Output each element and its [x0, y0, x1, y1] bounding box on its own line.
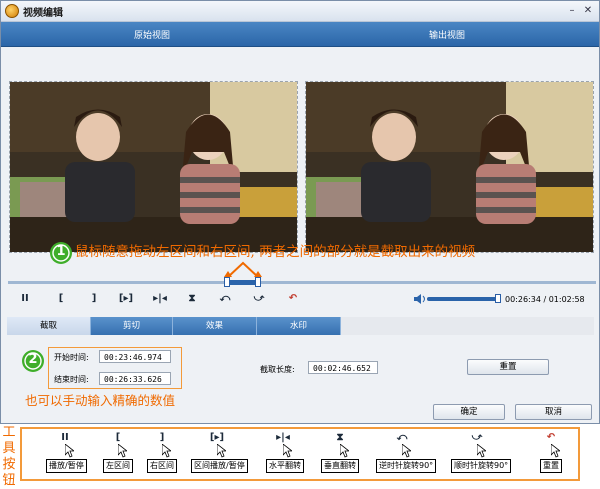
legend-flip-horizontal-label: 水平翻转 — [266, 459, 304, 473]
tab-effects-label: 效果 — [205, 321, 223, 331]
rotate-ccw-button[interactable]: ⤺ — [218, 292, 232, 306]
annotation-drag-range: 鼠标随意拖动左区间和右区间, 两者之间的部分就是截取出来的视频 — [75, 244, 476, 260]
toolbar-legend-heading: 工具按钮 — [2, 425, 16, 488]
rotate-cw-button[interactable]: ⤻ — [252, 292, 266, 306]
view-header-bar: 原始视图 输出视图 — [1, 22, 599, 47]
legend-right-range-label: 右区间 — [147, 459, 177, 473]
step-2-badge: 2 — [21, 349, 45, 373]
legend-cursor-icon — [477, 444, 486, 458]
legend-rotate-ccw-icon: ⤺ — [396, 432, 408, 443]
volume-handle[interactable] — [495, 294, 501, 303]
legend-rotate-ccw-label: 逆时针旋转90° — [376, 459, 437, 473]
left-range-button[interactable]: [ — [54, 292, 68, 306]
legend-cursor-icon — [402, 444, 411, 458]
legend-left-range-label: 左区间 — [103, 459, 133, 473]
close-icon[interactable]: ✕ — [581, 4, 595, 18]
timeline-selection — [226, 280, 256, 285]
video-edit-window: 视频编辑 – ✕ 原始视图 输出视图 1 鼠标随意拖动左区间和右区间, 两者之间… — [0, 0, 600, 424]
tab-watermark[interactable]: 水印 — [257, 317, 341, 335]
tab-effects[interactable]: 效果 — [173, 317, 257, 335]
play-pause-button[interactable]: II — [18, 292, 32, 306]
tab-cut-label: 剪切 — [122, 321, 140, 331]
legend-cursor-icon — [283, 444, 292, 458]
start-time-input[interactable]: 00:23:46.974 — [99, 350, 171, 363]
start-time-label: 开始时间: — [54, 353, 89, 362]
legend-play-pause-label: 播放/暂停 — [46, 459, 87, 473]
output-video-frame — [305, 81, 594, 253]
legend-reset-label: 重置 — [540, 459, 562, 473]
step-1-badge: 1 — [49, 241, 73, 265]
original-video-frame — [9, 81, 298, 253]
legend-rotate-cw-label: 顺时针旋转90° — [451, 459, 512, 473]
legend-reset-icon: ↶ — [546, 432, 556, 443]
legend-cursor-icon — [551, 444, 560, 458]
reset-button[interactable]: 重置 — [467, 359, 549, 375]
step-2-number: 2 — [28, 352, 38, 367]
app-icon — [5, 4, 19, 18]
timeline-track[interactable] — [8, 281, 596, 284]
clip-length-field: 00:02:46.652 — [308, 361, 378, 374]
right-range-button[interactable]: ] — [87, 292, 101, 306]
clip-length-label: 截取长度: — [260, 365, 295, 374]
legend-left-range-icon: [ — [115, 432, 121, 443]
annotation-manual-input: 也可以手动输入精确的数值 — [25, 393, 176, 408]
original-view-label: 原始视图 — [134, 31, 171, 41]
tab-clip-label: 截取 — [39, 321, 57, 331]
volume-slider[interactable] — [427, 297, 501, 301]
tab-cut[interactable]: 剪切 — [91, 317, 173, 335]
range-arrow-icon — [224, 261, 262, 278]
legend-play-pause-icon: II — [61, 432, 69, 443]
legend-flip-vertical-label: 垂直翻转 — [321, 459, 359, 473]
tab-strip: 截取 剪切 效果 水印 — [7, 317, 594, 335]
tab-clip[interactable]: 截取 — [7, 317, 91, 335]
range-play-button[interactable]: [▸] — [117, 292, 135, 306]
right-range-handle[interactable] — [255, 277, 261, 287]
legend-cursor-icon — [118, 444, 127, 458]
reset-rotation-button[interactable]: ↶ — [286, 292, 300, 306]
legend-cursor-icon — [65, 444, 74, 458]
tab-watermark-label: 水印 — [289, 321, 307, 331]
legend-flip-vertical-icon: ⧗ — [336, 432, 344, 443]
minimize-icon[interactable]: – — [565, 4, 579, 18]
left-range-handle[interactable] — [224, 277, 230, 287]
legend-cursor-icon — [162, 444, 171, 458]
legend-range-play-label: 区间播放/暂停 — [191, 459, 248, 473]
legend-right-range-icon: ] — [159, 432, 165, 443]
legend-rotate-cw-icon: ⤻ — [471, 432, 483, 443]
end-time-input[interactable]: 00:26:33.626 — [99, 372, 171, 385]
ok-button[interactable]: 确定 — [433, 404, 505, 420]
legend-flip-horizontal-icon: ▸|◂ — [276, 432, 290, 443]
flip-horizontal-button[interactable]: ▸|◂ — [152, 292, 168, 306]
legend-cursor-icon — [340, 444, 349, 458]
legend-cursor-icon — [217, 444, 226, 458]
flip-vertical-button[interactable]: ⧗ — [185, 292, 199, 306]
window-title: 视频编辑 — [23, 8, 63, 19]
playback-time: 00:26:34 / 01:02:58 — [505, 295, 585, 304]
volume-icon[interactable] — [414, 294, 426, 304]
legend-range-play-icon: [▸] — [209, 432, 225, 443]
title-bar[interactable]: 视频编辑 – ✕ — [1, 1, 599, 22]
end-time-label: 结束时间: — [54, 375, 89, 384]
output-view-label: 输出视图 — [429, 31, 466, 41]
cancel-button[interactable]: 取消 — [515, 404, 592, 420]
step-1-number: 1 — [56, 244, 66, 259]
